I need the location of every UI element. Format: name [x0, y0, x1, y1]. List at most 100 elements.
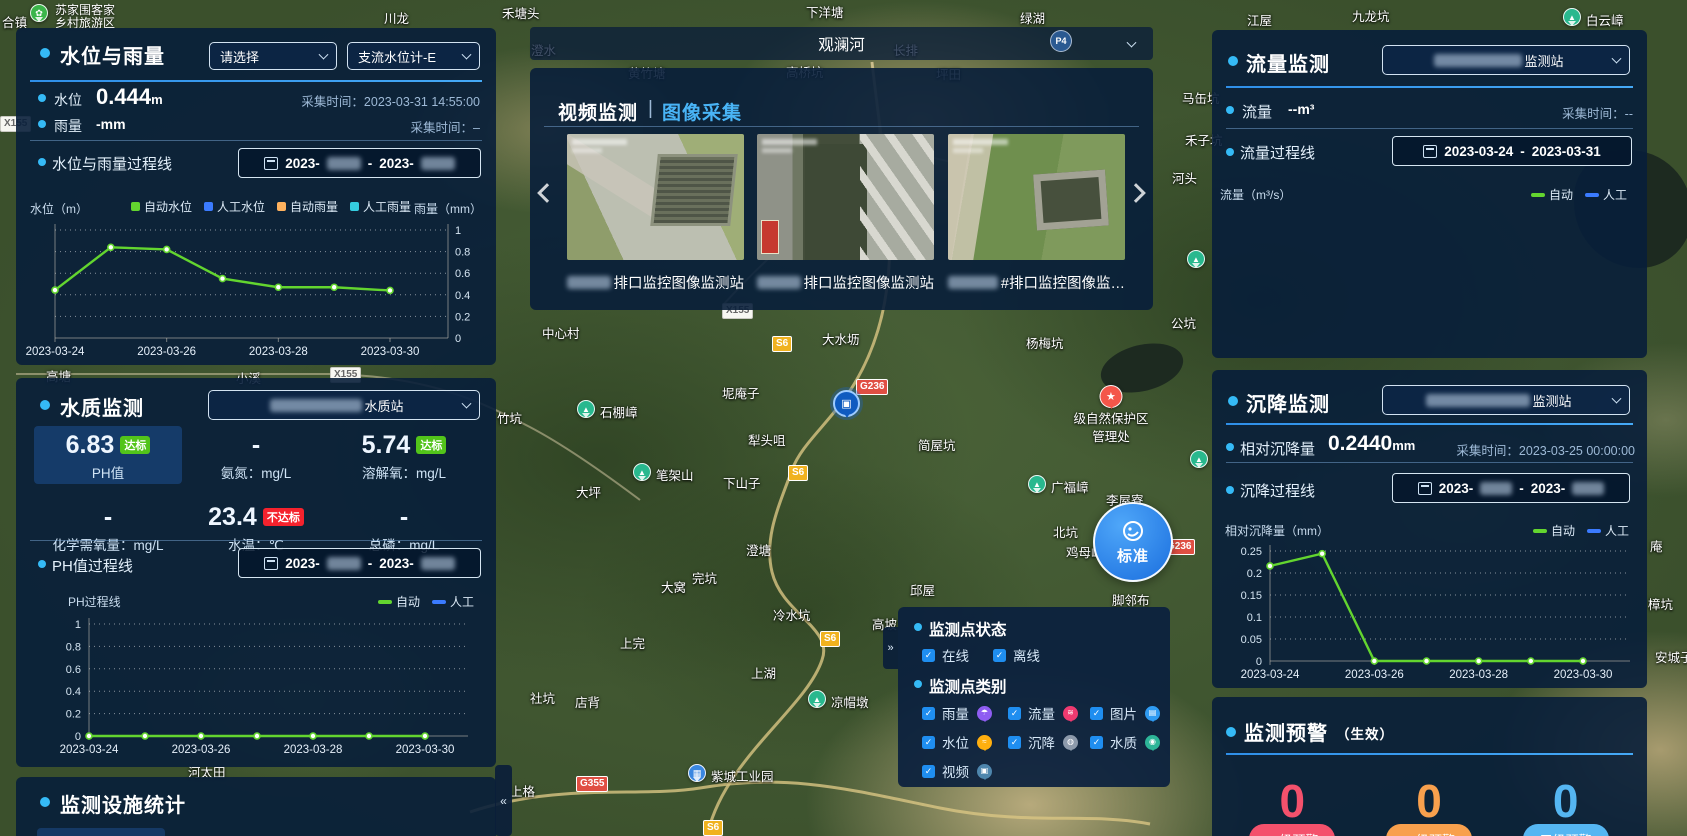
tourist-marker-icon[interactable]: ✿: [30, 4, 48, 22]
map-place-label: 犁头咀: [748, 430, 786, 449]
panel-dot-icon: [1228, 396, 1238, 406]
filter-option-label: 沉降: [1028, 732, 1055, 752]
chevron-down-icon: [1127, 37, 1137, 47]
legend-swatch-icon: [131, 202, 140, 211]
legend-swatch-icon: [277, 202, 286, 211]
svg-text:0.2: 0.2: [66, 709, 81, 721]
filter-type-title: 监测点类别: [929, 675, 1007, 697]
date-range-picker[interactable]: 2023-03-24 - 2023-03-31: [1392, 136, 1632, 166]
legend-swatch-icon: [1587, 529, 1601, 533]
filter-option-label: 水位: [942, 732, 969, 752]
date-range-picker[interactable]: 2023- - 2023-: [238, 148, 481, 178]
carousel-prev-icon[interactable]: [537, 183, 557, 203]
mountain-marker-icon[interactable]: ▲: [1187, 250, 1205, 268]
collect-time: 采集时间：--: [1562, 103, 1633, 122]
filter-type-option[interactable]: ✓水质◉: [1090, 732, 1166, 752]
checkbox-checked-icon[interactable]: ✓: [922, 765, 935, 778]
video-caption-text: #排口监控图像监…: [1001, 272, 1125, 293]
filter-option-label: 流量: [1028, 703, 1055, 723]
date-range-picker[interactable]: 2023- - 2023-: [238, 548, 481, 578]
collapse-filter-tab[interactable]: »: [883, 627, 898, 669]
checkbox-checked-icon[interactable]: ✓: [993, 649, 1006, 662]
water-level-label: 水位: [54, 90, 82, 110]
quality-stats-grid: 6.83达标PH值-氨氮：mg/L5.74达标溶解氧：mg/L-化学需氧量：mg…: [34, 426, 478, 556]
legend-item: 自动雨量: [277, 198, 338, 215]
alert-level-badge: 一级预警: [1249, 824, 1335, 836]
station-select-1[interactable]: 请选择: [209, 42, 337, 70]
map-place-label: 店背: [575, 692, 600, 711]
video-card[interactable]: #排口监控图像监…: [948, 134, 1125, 293]
map-style-label: 标准: [1117, 545, 1149, 566]
filter-option-label: 离线: [1013, 645, 1040, 665]
filter-type-option[interactable]: ✓沉降◍: [1008, 732, 1090, 752]
video-monitor-panel: 视频监测 | 图像采集 排口监控图像监测站排口监控图像监测站#排口监控图像监…: [530, 68, 1153, 310]
map-marker-green: ▲笔架山: [633, 463, 694, 484]
filter-type-option[interactable]: ✓视频▣: [922, 761, 1008, 781]
svg-text:0.1: 0.1: [1247, 612, 1262, 624]
map-place-label: 大坪: [576, 482, 601, 501]
checkbox-checked-icon[interactable]: ✓: [1008, 736, 1021, 749]
legend-label: 人工水位: [217, 198, 265, 215]
building-marker-icon[interactable]: ▦: [688, 764, 706, 782]
filter-status-option[interactable]: ✓ 离线: [993, 645, 1040, 665]
checkbox-checked-icon[interactable]: ✓: [922, 707, 935, 720]
video-thumbnail[interactable]: [948, 134, 1125, 260]
video-thumbnail[interactable]: [567, 134, 744, 260]
filter-status-option[interactable]: ✓ 在线: [922, 645, 969, 665]
流量-pin-icon: ≋: [1063, 706, 1078, 721]
map-place-label: 上完: [620, 633, 645, 652]
mountain-marker-icon[interactable]: ▲: [577, 400, 595, 418]
carousel-next-icon[interactable]: [1126, 183, 1146, 203]
checkbox-checked-icon[interactable]: ✓: [922, 736, 935, 749]
blurred-date: [1480, 482, 1512, 495]
video-card[interactable]: 排口监控图像监测站: [567, 134, 744, 293]
date-range-picker[interactable]: 2023- - 2023-: [1392, 473, 1630, 503]
video-timestamp: [572, 148, 602, 153]
map-control-badge[interactable]: P4: [1050, 30, 1072, 52]
filter-type-option[interactable]: ✓水位≈: [922, 732, 1008, 752]
star-marker-icon[interactable]: ★: [1099, 385, 1122, 408]
settlement-station-select[interactable]: 监测站: [1382, 385, 1630, 415]
mountain-marker-icon[interactable]: ▲: [808, 690, 826, 708]
checkbox-checked-icon[interactable]: ✓: [1090, 707, 1103, 720]
filter-type-option[interactable]: ✓图片▤: [1090, 703, 1166, 723]
date-end: 2023-03-31: [1532, 144, 1601, 159]
video-scene-pillars: [860, 134, 934, 260]
mountain-marker-icon[interactable]: ▲: [633, 463, 651, 481]
collapse-left-tab[interactable]: «: [495, 765, 512, 836]
quality-station-select[interactable]: 水质站: [208, 390, 480, 420]
tab-image-capture[interactable]: 图像采集: [662, 98, 742, 125]
station-select-2[interactable]: 支流水位计-E: [347, 42, 480, 70]
mountain-marker-icon[interactable]: ▲: [1190, 450, 1208, 468]
video-caption: 排口监控图像监测站: [757, 272, 934, 293]
map-marker-selected-station[interactable]: ▣: [833, 390, 860, 417]
date-start: 2023-03-24: [1444, 144, 1513, 159]
tab-video-monitor[interactable]: 视频监测: [558, 98, 638, 125]
bullet-icon: [38, 158, 46, 166]
filter-type-option[interactable]: ✓ 流量 ≋: [1008, 703, 1090, 723]
map-place-label: 樟坑: [1648, 594, 1673, 613]
mountain-marker-icon[interactable]: ▲: [1028, 475, 1046, 493]
collect-time-label: 采集时间：: [301, 95, 364, 109]
filter-option-label: 在线: [942, 645, 969, 665]
mountain-marker-icon[interactable]: ▲: [1563, 8, 1581, 26]
legend-item: 人工雨量: [350, 198, 411, 215]
video-card[interactable]: 排口监控图像监测站: [757, 134, 934, 293]
checkbox-checked-icon[interactable]: ✓: [1090, 736, 1103, 749]
panel-dot-icon: [40, 48, 50, 58]
blurred-station-name: [1426, 394, 1530, 407]
video-thumbnail[interactable]: [757, 134, 934, 260]
quality-label: 化学需氧量：mg/L: [34, 534, 182, 554]
legend-item: 人工水位: [204, 198, 265, 215]
video-caption-text: 排口监控图像监测站: [614, 272, 745, 293]
map-style-standard-button[interactable]: 标准: [1093, 502, 1173, 582]
legend-item: 自动: [1531, 186, 1573, 203]
video-timestamp: [762, 139, 817, 145]
blurred-text: [948, 276, 998, 289]
filter-type-option[interactable]: ✓雨量☂: [922, 703, 1008, 723]
water-quality-panel: 水质监测 水质站 6.83达标PH值-氨氮：mg/L5.74达标溶解氧：mg/L…: [16, 378, 496, 767]
quality-stat: -化学需氧量：mg/L: [34, 498, 182, 556]
checkbox-checked-icon[interactable]: ✓: [922, 649, 935, 662]
flow-station-select[interactable]: 监测站: [1382, 45, 1630, 75]
checkbox-checked-icon[interactable]: ✓: [1008, 707, 1021, 720]
